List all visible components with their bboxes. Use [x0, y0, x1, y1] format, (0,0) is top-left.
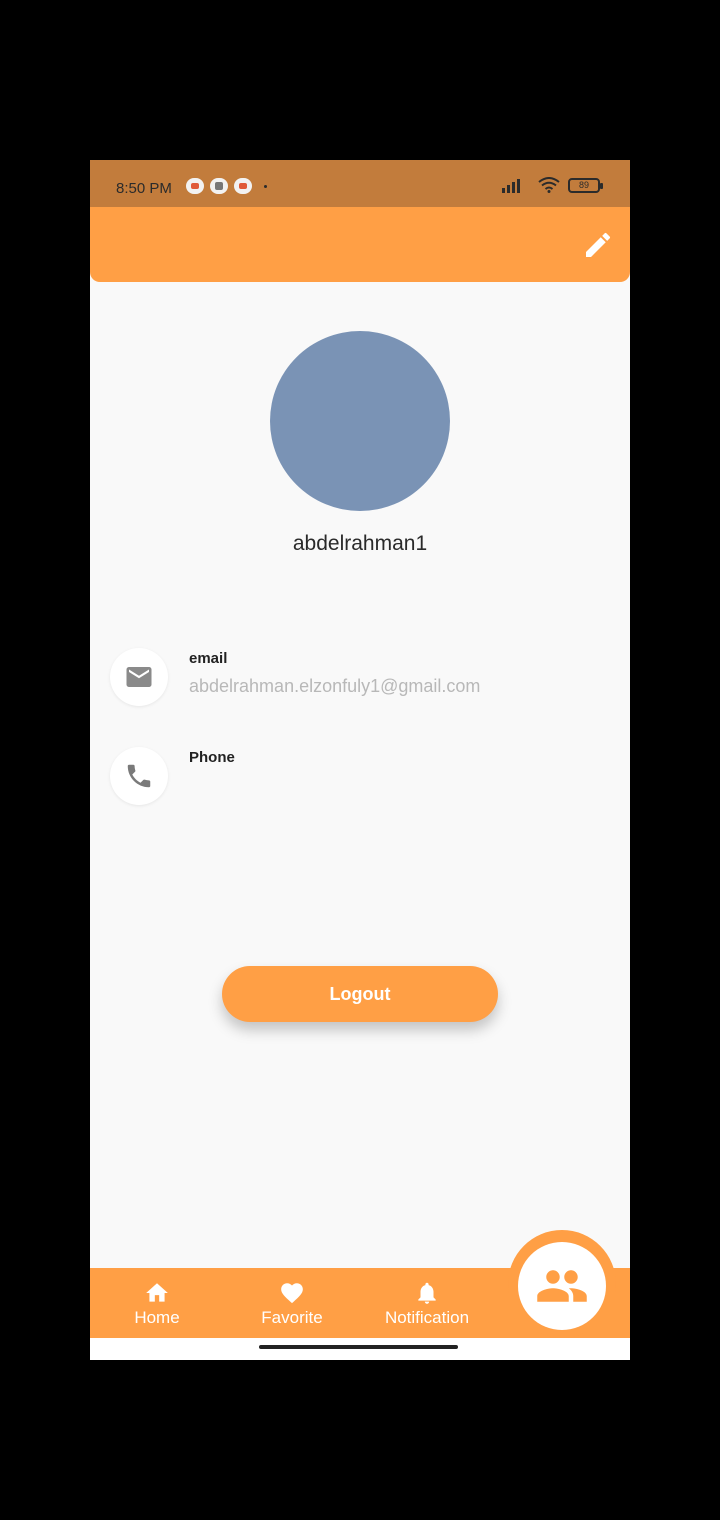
home-icon [146, 1283, 168, 1302]
group-icon [537, 1270, 587, 1302]
email-value: abdelrahman.elzonfuly1@gmail.com [189, 676, 481, 696]
username: abdelrahman1 [292, 532, 428, 555]
nav-item-notification[interactable]: Notification [367, 1268, 487, 1338]
app-bar [90, 207, 630, 282]
email-row: email abdelrahman.elzonfuly1@gmail.com [110, 648, 610, 708]
phone-label: Phone [189, 749, 235, 766]
profile-fab-button[interactable] [518, 1242, 606, 1330]
avatar [270, 331, 450, 511]
app-notification-icon [210, 178, 228, 194]
bell-icon [418, 1282, 436, 1304]
phone-screen: 8:50 PM 89 abdelrahman1 email abdelrahma… [90, 160, 630, 1360]
video-notification-icon [234, 178, 252, 194]
email-label: email [189, 650, 228, 667]
status-bar: 8:50 PM 89 [90, 160, 630, 207]
phone-icon-circle [110, 747, 168, 805]
nav-label-home: Home [134, 1308, 180, 1327]
signal-icon [502, 179, 520, 193]
phone-row: Phone [110, 747, 610, 807]
status-time: 8:50 PM [116, 180, 172, 197]
pencil-icon [586, 232, 611, 257]
nav-item-favorite[interactable]: Favorite [232, 1268, 352, 1338]
system-home-bar [90, 1338, 630, 1360]
heart-icon [281, 1283, 303, 1304]
phone-icon [127, 764, 151, 788]
status-notification-icons [186, 178, 267, 194]
status-system-icons: 89 [500, 177, 603, 193]
more-notifications-icon [264, 184, 267, 188]
nav-label-notification: Notification [384, 1308, 470, 1327]
battery-icon: 89 [568, 177, 603, 193]
logout-button[interactable]: Logout [222, 966, 498, 1022]
wifi-icon [538, 177, 560, 193]
nav-label-favorite: Favorite [261, 1308, 323, 1327]
edit-profile-button[interactable] [582, 229, 614, 261]
envelope-icon [126, 667, 152, 687]
nav-item-home[interactable]: Home [97, 1268, 217, 1338]
home-gesture-handle[interactable] [259, 1345, 458, 1349]
screen-record-icon [186, 178, 204, 194]
email-icon-circle [110, 648, 168, 706]
